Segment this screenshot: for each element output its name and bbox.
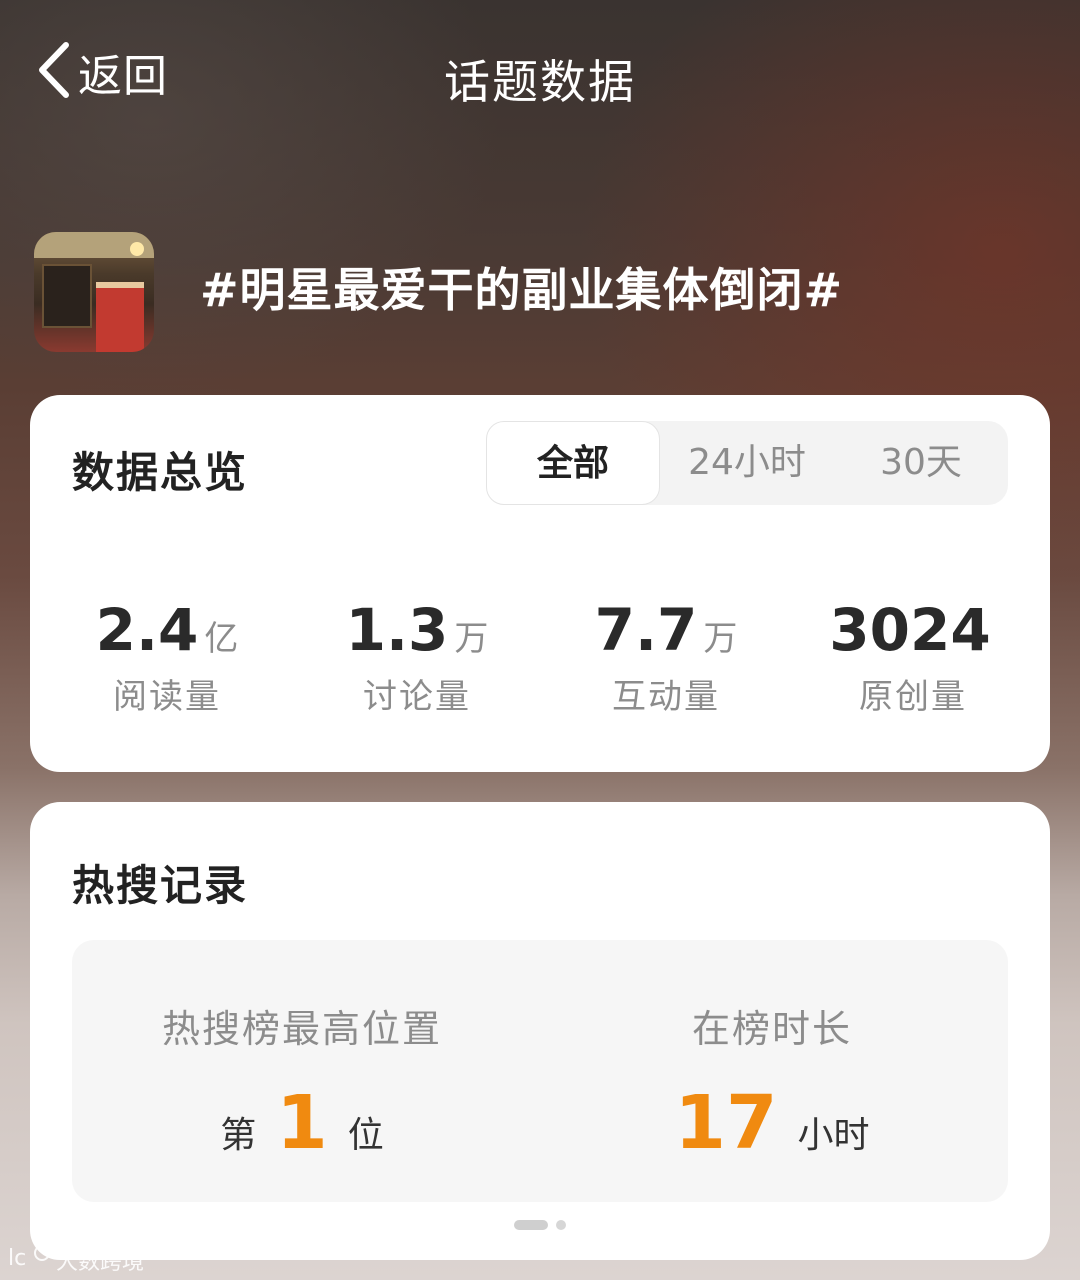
tab-30d[interactable]: 30天 xyxy=(834,421,1008,505)
hot-search-panel: 热搜榜最高位置 第 1 位 在榜时长 17 小时 xyxy=(72,940,1008,1202)
stat-label: 阅读量 xyxy=(113,677,221,717)
tab-all[interactable]: 全部 xyxy=(486,421,660,505)
stat-reads: 2.4 亿 阅读量 xyxy=(42,595,292,718)
stat-value: 3024 xyxy=(829,596,991,664)
page-title: 话题数据 xyxy=(444,55,636,109)
topic-title: #明星最爱干的副业集体倒闭# xyxy=(200,263,844,317)
time-range-tabs: 全部 24小时 30天 xyxy=(486,421,1008,505)
watermark-text: 大数跨境 xyxy=(56,1250,145,1275)
peak-rank-label: 热搜榜最高位置 xyxy=(161,1007,442,1051)
overview-title: 数据总览 xyxy=(72,448,249,497)
chart-duration: 在榜时长 17 小时 xyxy=(632,998,912,1163)
stat-label: 互动量 xyxy=(612,677,720,717)
peak-rank-prefix: 第 xyxy=(220,1115,257,1156)
stat-label: 讨论量 xyxy=(363,677,471,717)
overview-card: 数据总览 全部 24小时 30天 2.4 亿 阅读量 1.3 万 讨论量 7.7 万 … xyxy=(30,395,1050,772)
stat-label: 原创量 xyxy=(859,677,967,717)
duration-value: 17 xyxy=(674,1080,778,1166)
watermark-logo-icon: lc xyxy=(8,1243,56,1277)
duration-suffix: 小时 xyxy=(797,1115,870,1156)
tab-24h[interactable]: 24小时 xyxy=(660,421,834,505)
nav-bar: 返回 话题数据 xyxy=(0,0,1080,150)
watermark: lc 大数跨境 xyxy=(8,1244,144,1276)
duration-label: 在榜时长 xyxy=(691,1007,852,1051)
hot-search-card: 热搜记录 热搜榜最高位置 第 1 位 在榜时长 17 小时 xyxy=(30,802,1050,1260)
hot-search-title: 热搜记录 xyxy=(72,861,249,910)
stat-unit: 亿 xyxy=(204,619,239,659)
stat-originals: 3024 原创量 xyxy=(788,595,1038,718)
stat-unit: 万 xyxy=(703,619,738,659)
peak-rank: 热搜榜最高位置 第 1 位 xyxy=(132,998,472,1163)
topic-header: #明星最爱干的副业集体倒闭# xyxy=(34,232,1044,352)
topic-thumbnail xyxy=(34,232,154,352)
page-dot-active[interactable] xyxy=(514,1219,548,1230)
stat-unit: 万 xyxy=(454,619,489,659)
page-dot[interactable] xyxy=(556,1219,566,1230)
stat-value: 7.7 xyxy=(594,596,698,664)
stat-value: 1.3 xyxy=(345,596,449,664)
peak-rank-value: 1 xyxy=(276,1080,328,1166)
stat-discussions: 1.3 万 讨论量 xyxy=(292,595,542,718)
page-indicator xyxy=(30,1214,1050,1233)
svg-text:lc: lc xyxy=(8,1246,26,1271)
peak-rank-suffix: 位 xyxy=(347,1115,384,1156)
stat-value: 2.4 xyxy=(95,596,199,664)
stat-interactions: 7.7 万 互动量 xyxy=(541,595,791,718)
